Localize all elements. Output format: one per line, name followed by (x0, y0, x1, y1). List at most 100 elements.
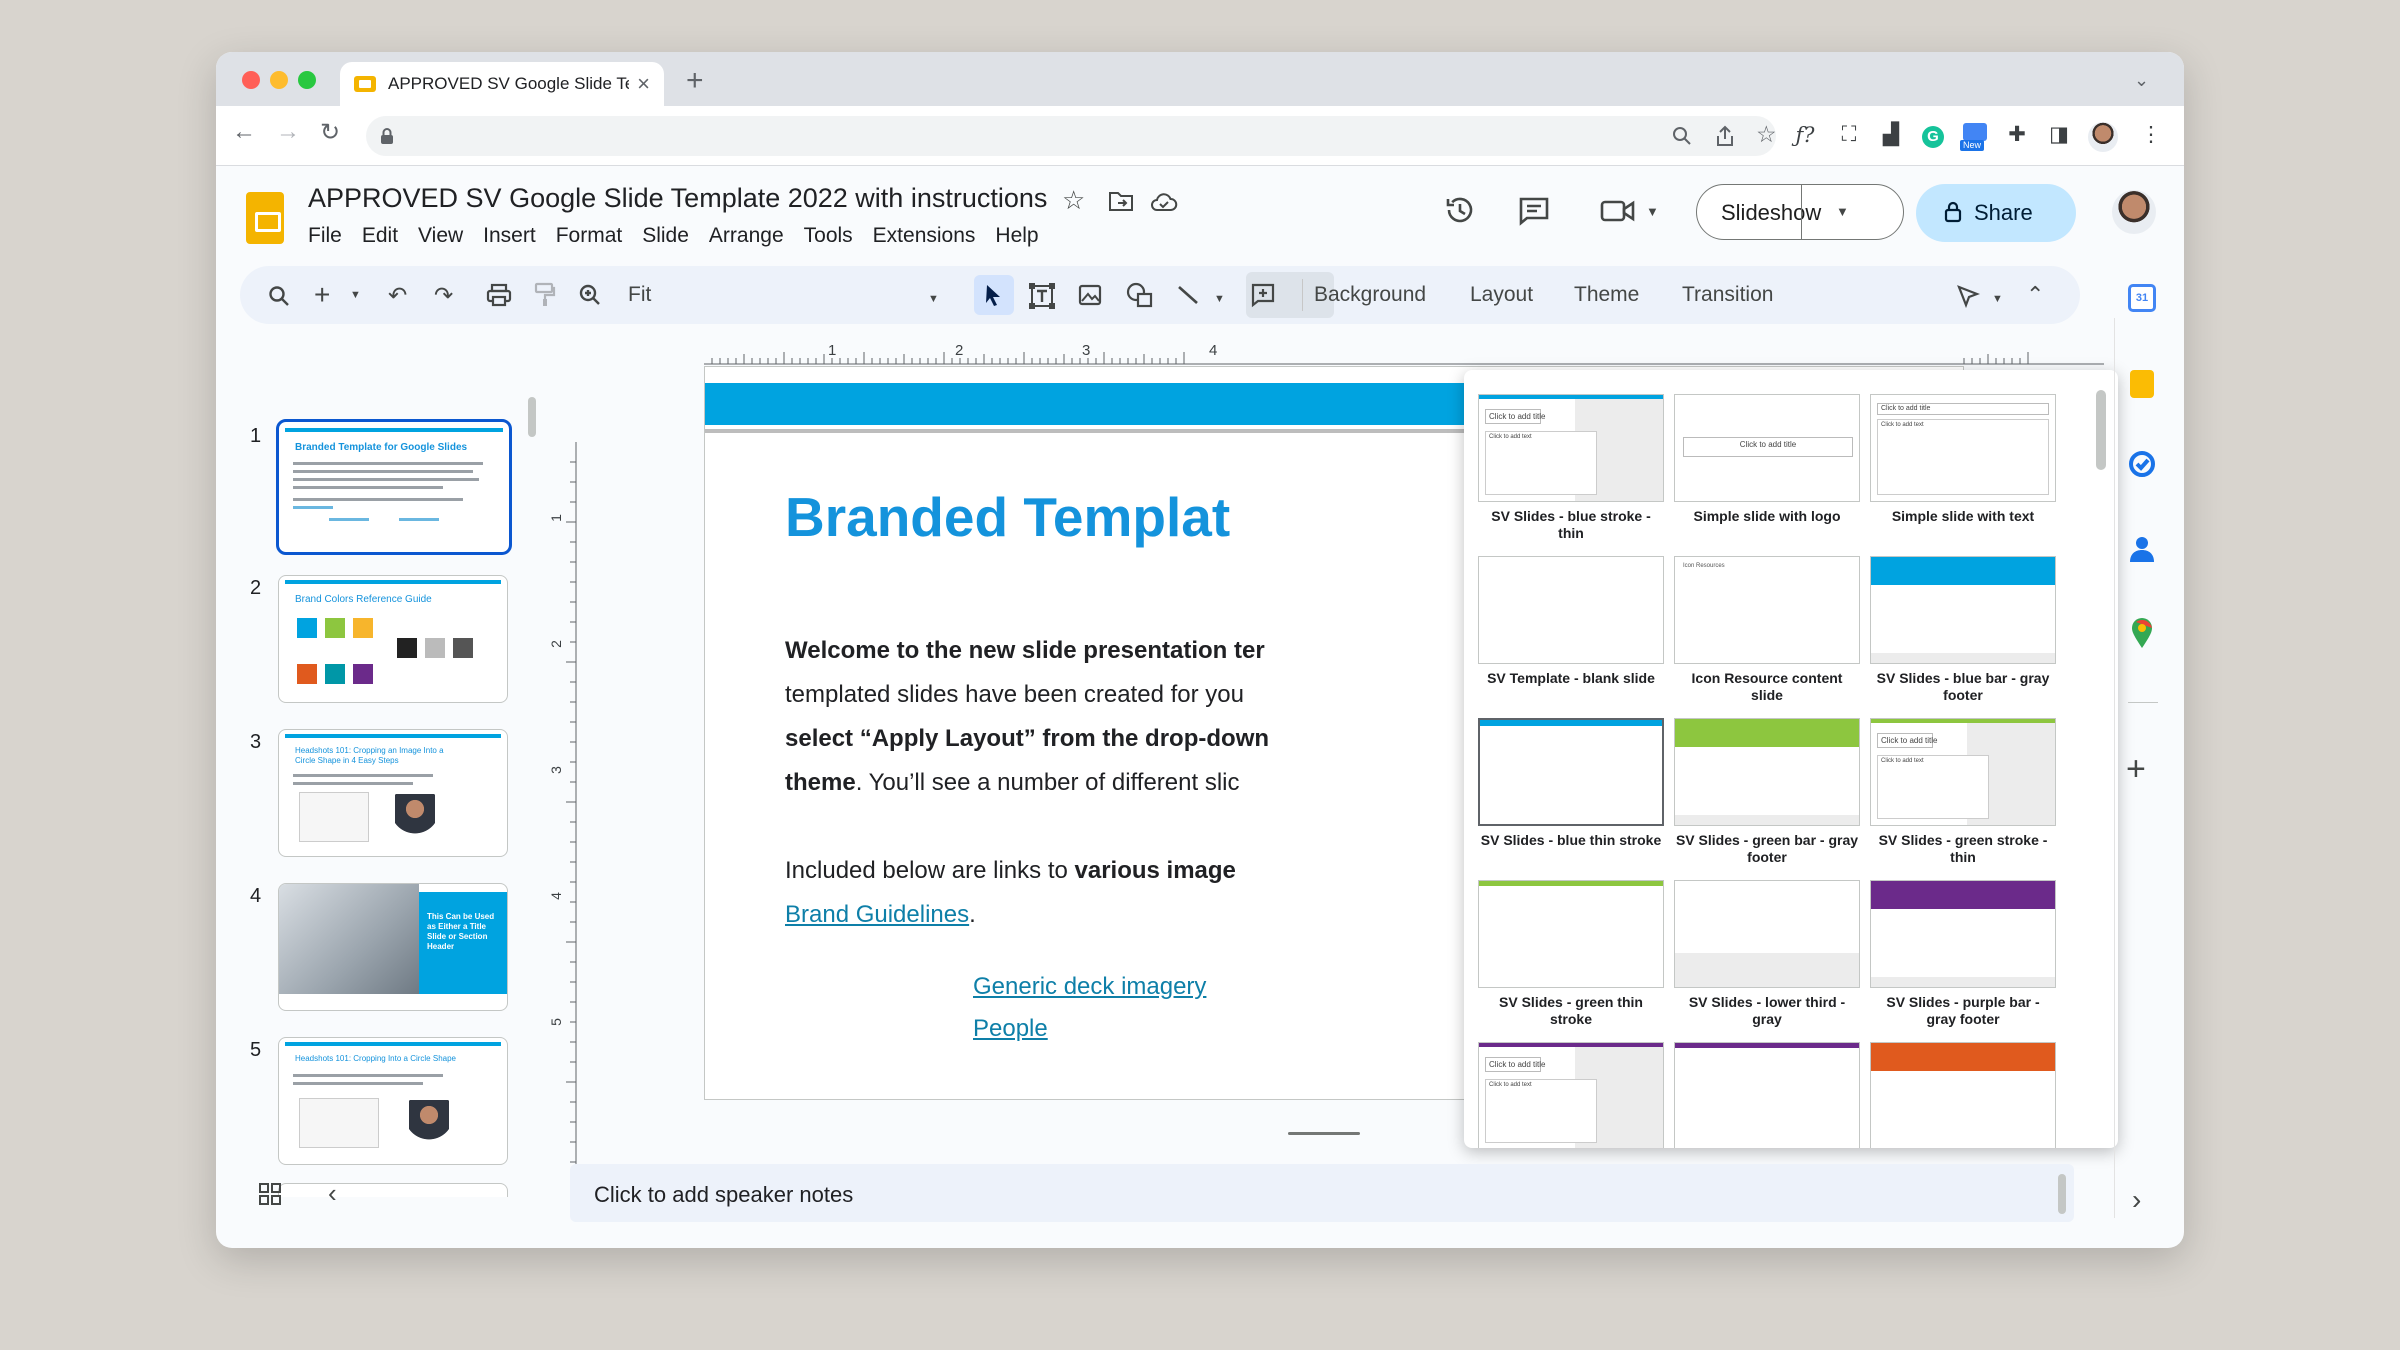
layout-option[interactable]: Click to add title Simple slide with log… (1674, 394, 1860, 525)
formula-extension-icon[interactable]: ƒ? (1790, 120, 1820, 150)
menu-file[interactable]: File (308, 224, 342, 248)
address-bar[interactable]: ☆ (366, 116, 1777, 156)
profile-avatar[interactable] (2088, 122, 2118, 152)
get-add-ons-plus-icon[interactable]: + (2126, 750, 2146, 789)
speaker-notes[interactable]: Click to add speaker notes (570, 1164, 2074, 1222)
layout-option[interactable]: SV Slides - lower third - gray (1674, 880, 1860, 1028)
tab-close-icon[interactable]: × (637, 71, 650, 97)
star-icon[interactable]: ☆ (1062, 185, 1085, 216)
slideshow-button[interactable]: Slideshow (1696, 184, 1904, 240)
layout-option-selected[interactable]: SV Slides - blue thin stroke (1478, 718, 1664, 849)
menu-slide[interactable]: Slide (642, 224, 689, 248)
slide-thumb-3[interactable]: Headshots 101: Cropping an Image Into a … (278, 729, 508, 857)
close-window-button[interactable] (242, 71, 260, 89)
line-icon[interactable] (1176, 284, 1200, 306)
contacts-icon[interactable] (2128, 534, 2156, 564)
layout-option[interactable]: SV Slides - green thin stroke (1478, 880, 1664, 1028)
mode-dropdown-icon[interactable]: ▼ (1992, 284, 2003, 314)
layout-option[interactable] (1870, 1042, 2056, 1148)
menu-arrange[interactable]: Arrange (709, 224, 784, 248)
layout-option[interactable]: Icon Resources Icon Resource content sli… (1674, 556, 1860, 704)
menu-format[interactable]: Format (556, 224, 623, 248)
slide-thumb-2[interactable]: Brand Colors Reference Guide (278, 575, 508, 703)
layout-option[interactable]: Click to add title Click to add text SV … (1478, 394, 1664, 542)
menu-view[interactable]: View (418, 224, 463, 248)
comments-icon[interactable] (1518, 196, 1550, 226)
screenshot-extension-icon[interactable]: ⛶ (1834, 120, 1864, 150)
menu-insert[interactable]: Insert (483, 224, 536, 248)
move-folder-icon[interactable] (1108, 190, 1134, 212)
slide-thumb-4[interactable]: This Can be Used as Either a Title Slide… (278, 883, 508, 1011)
slides-logo-icon[interactable] (246, 192, 284, 244)
menu-help[interactable]: Help (995, 224, 1038, 248)
grammarly-extension-icon[interactable]: G (1918, 120, 1948, 150)
shape-icon[interactable] (1126, 282, 1154, 308)
zoom-icon[interactable] (578, 283, 602, 307)
generic-deck-imagery-link[interactable]: Generic deck imagery (973, 973, 1206, 1001)
puzzle-grid-extension-icon[interactable]: ▟ (1876, 120, 1906, 150)
tab-search-button[interactable]: ⌄ (2134, 70, 2149, 91)
calendar-icon[interactable]: 31 (2128, 284, 2156, 312)
insert-image-icon[interactable] (1078, 284, 1102, 306)
browser-tab[interactable]: APPROVED SV Google Slide Template 2022 w… (340, 62, 664, 106)
select-tool-button[interactable] (974, 275, 1014, 315)
layout-option[interactable]: SV Slides - blue bar - gray footer (1870, 556, 2056, 704)
slide-thumb-5[interactable]: Headshots 101: Cropping Into a Circle Sh… (278, 1037, 508, 1165)
forward-icon[interactable]: → (276, 118, 300, 146)
minimize-window-button[interactable] (270, 71, 288, 89)
text-box-icon[interactable] (1028, 282, 1056, 310)
slide-body-line[interactable]: theme. You’ll see a number of different … (785, 769, 1239, 797)
zoom-dropdown-icon[interactable]: ▼ (928, 284, 939, 314)
slide-thumb-6-partial[interactable] (278, 1183, 508, 1197)
layout-option[interactable] (1674, 1042, 1860, 1148)
tasks-icon[interactable] (2126, 448, 2158, 480)
grid-view-icon[interactable] (258, 1182, 282, 1206)
maximize-window-button[interactable] (298, 71, 316, 89)
version-history-icon[interactable] (1444, 194, 1476, 226)
paint-format-icon[interactable] (534, 282, 556, 308)
menu-tools[interactable]: Tools (804, 224, 853, 248)
undo-icon[interactable]: ↶ (388, 280, 407, 310)
theme-button[interactable]: Theme (1574, 283, 1639, 307)
account-avatar[interactable] (2112, 190, 2156, 234)
browser-menu-icon[interactable]: ⋮ (2136, 120, 2166, 150)
collapse-toolbar-chevron-up-icon[interactable]: ⌃ (2026, 280, 2044, 310)
transition-button[interactable]: Transition (1682, 283, 1773, 307)
layout-option[interactable]: Click to add title Click to add text SV … (1870, 718, 2056, 866)
meet-camera-icon[interactable] (1600, 198, 1636, 224)
background-button[interactable]: Background (1314, 283, 1426, 307)
share-page-icon[interactable] (1716, 125, 1734, 147)
new-slide-plus-icon[interactable]: + (314, 280, 330, 310)
zoom-select[interactable]: Fit (628, 283, 651, 307)
new-tab-button[interactable]: + (686, 64, 704, 98)
slide-body-line[interactable]: Welcome to the new slide presentation te… (785, 637, 1265, 665)
search-menus-icon[interactable] (268, 285, 290, 307)
notes-scrollbar[interactable] (2058, 1174, 2066, 1214)
collapse-filmstrip-chevron-left-icon[interactable]: ‹ (328, 1178, 337, 1209)
line-dropdown-icon[interactable]: ▼ (1214, 284, 1225, 314)
maps-icon[interactable] (2130, 618, 2154, 650)
brand-guidelines-link[interactable]: Brand Guidelines (785, 901, 969, 928)
layout-button[interactable]: Layout (1470, 283, 1533, 307)
bookmark-star-icon[interactable]: ☆ (1756, 121, 1777, 148)
slide-body-line[interactable]: Included below are links to various imag… (785, 857, 1236, 885)
slide-body-line[interactable]: templated slides have been created for y… (785, 681, 1244, 709)
extensions-puzzle-icon[interactable]: ✚ (2002, 120, 2032, 150)
zoom-icon[interactable] (1672, 126, 1692, 146)
reload-icon[interactable]: ↻ (320, 118, 340, 147)
keep-icon[interactable] (2130, 370, 2154, 398)
redo-icon[interactable]: ↷ (434, 280, 453, 310)
notes-resize-handle[interactable] (1288, 1132, 1360, 1135)
add-comment-icon[interactable] (1250, 282, 1276, 308)
layout-option[interactable]: Click to add title Click to add text (1478, 1042, 1664, 1148)
slide-title[interactable]: Branded Templat (785, 485, 1230, 549)
menu-edit[interactable]: Edit (362, 224, 398, 248)
editing-mode-icon[interactable] (1956, 284, 1980, 308)
back-icon[interactable]: ← (232, 118, 256, 146)
print-icon[interactable] (486, 283, 512, 307)
meet-dropdown-icon[interactable]: ▼ (1646, 204, 1659, 219)
slide-thumb-1[interactable]: Branded Template for Google Slides (276, 419, 512, 555)
new-extension-icon[interactable]: New (1960, 120, 1990, 151)
layout-option[interactable]: SV Slides - purple bar - gray footer (1870, 880, 2056, 1028)
slide-body-line[interactable]: select “Apply Layout” from the drop-down (785, 725, 1269, 753)
